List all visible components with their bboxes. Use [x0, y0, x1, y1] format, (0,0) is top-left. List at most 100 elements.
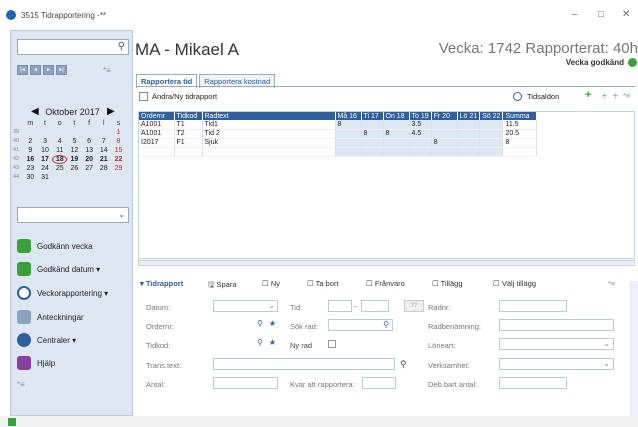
calendar-day[interactable]: 25: [52, 164, 67, 173]
calendar-day[interactable]: 1: [111, 128, 126, 137]
grid-cell[interactable]: [479, 138, 504, 148]
calendar-day[interactable]: 7: [96, 137, 111, 146]
search-icon[interactable]: ⚲: [257, 319, 263, 328]
week-number[interactable]: 43: [13, 164, 23, 173]
column-header[interactable]: Må 16: [335, 112, 362, 120]
approved-date-button[interactable]: Godkänd datum ▾: [17, 260, 100, 278]
search-icon[interactable]: ⚲: [383, 320, 389, 329]
antal-field[interactable]: [213, 377, 278, 389]
grid-cell[interactable]: [174, 147, 203, 157]
column-header[interactable]: Summa: [502, 112, 538, 120]
calendar-day[interactable]: 20: [82, 155, 97, 164]
grid-cell[interactable]: 8: [335, 120, 362, 130]
calendar-day[interactable]: 30: [23, 173, 38, 182]
week-number[interactable]: 39: [13, 128, 23, 137]
grid-cell[interactable]: [502, 147, 538, 157]
grid-cell[interactable]: 4.5: [409, 129, 432, 139]
choose-addition-button[interactable]: ☐ Välj tillägg: [493, 279, 536, 288]
calendar-day[interactable]: 10: [38, 146, 53, 155]
search-row-field[interactable]: ⚲: [328, 319, 393, 331]
grid-cell[interactable]: [479, 147, 504, 157]
grid-cell[interactable]: [431, 147, 458, 157]
week-number[interactable]: 41: [13, 146, 23, 155]
column-header[interactable]: Fr 20: [431, 112, 458, 120]
new-row-checkbox[interactable]: [328, 340, 336, 348]
calendar-day[interactable]: 6: [82, 137, 97, 146]
vertical-scrollbar[interactable]: [630, 281, 638, 427]
sidebar-dropdown[interactable]: ⌄: [17, 207, 129, 223]
grid-cell[interactable]: [479, 120, 504, 130]
search-input[interactable]: ⚲: [17, 39, 129, 55]
time-from-field[interactable]: [328, 300, 352, 312]
calendar-day[interactable]: 3: [38, 137, 53, 146]
last-button[interactable]: ▸|: [56, 65, 67, 75]
grid-cell[interactable]: 8: [361, 129, 384, 139]
grid-cell[interactable]: [383, 138, 410, 148]
grid-cell[interactable]: [431, 120, 458, 130]
grid-cell[interactable]: [457, 138, 481, 148]
grid-cell[interactable]: [139, 147, 175, 157]
column-header[interactable]: On 18: [383, 112, 410, 120]
sidebar-menu-icon[interactable]: *≡: [103, 66, 111, 75]
calendar-day[interactable]: 2: [23, 137, 38, 146]
calendar-day[interactable]: 16: [23, 155, 38, 164]
help-button[interactable]: Hjälp: [17, 354, 55, 372]
transtext-field[interactable]: [213, 358, 395, 370]
next-month-arrow-icon[interactable]: ▶: [107, 106, 115, 117]
calendar-day[interactable]: 15: [111, 146, 126, 155]
table-row[interactable]: A1001 T2 Tid 2 8 8 4.5 20.5: [139, 129, 538, 139]
calendar-day[interactable]: 28: [96, 164, 111, 173]
grid-cell[interactable]: 8: [431, 138, 458, 148]
grid-cell[interactable]: 3.5: [409, 120, 432, 130]
column-header[interactable]: Ti 17: [361, 112, 384, 120]
grid-cell[interactable]: [479, 129, 504, 139]
grid-cell[interactable]: 11.5: [502, 120, 538, 130]
grid-cell[interactable]: [361, 147, 384, 157]
column-header[interactable]: Tidkod: [174, 112, 203, 120]
column-header[interactable]: Radtext: [202, 112, 336, 120]
grid-cell[interactable]: [457, 147, 481, 157]
absence-button[interactable]: ☐ Frånvaro: [366, 279, 405, 288]
remaining-field[interactable]: [362, 377, 396, 389]
column-header[interactable]: To 19: [409, 112, 432, 120]
calendar-day[interactable]: 21: [96, 155, 111, 164]
verksamhet-field[interactable]: ⌄: [499, 358, 614, 370]
calendar-day[interactable]: 22: [111, 155, 126, 164]
save-button[interactable]: 🖫 Spara: [208, 279, 237, 292]
grid-cell[interactable]: [457, 129, 481, 139]
calendar-day[interactable]: 18: [52, 155, 68, 164]
ordernr-field[interactable]: ⚲ ★: [213, 319, 278, 331]
form-menu-icon[interactable]: *≡: [608, 279, 615, 288]
calendar-day[interactable]: 13: [82, 146, 97, 155]
grid-cell[interactable]: Tid1: [202, 120, 336, 130]
table-row[interactable]: A1001 T1 Tid1 8 3.5 11.5: [139, 120, 538, 130]
week-number[interactable]: 40: [13, 137, 23, 146]
calendar-day[interactable]: 24: [38, 164, 53, 173]
week-reporting-button[interactable]: Veckorapportering ▾: [17, 284, 108, 302]
grid-cell[interactable]: [409, 138, 432, 148]
grid-cell[interactable]: F1: [174, 138, 203, 148]
column-header[interactable]: Sö 22: [479, 112, 504, 120]
prev-button[interactable]: ◂: [30, 65, 41, 75]
next-button[interactable]: ▸: [43, 65, 54, 75]
calendar-day[interactable]: 11: [52, 146, 67, 155]
week-number[interactable]: 44: [13, 173, 23, 182]
calendar-day[interactable]: 8: [111, 137, 126, 146]
grid-cell[interactable]: [361, 138, 384, 148]
grid-cell[interactable]: T2: [174, 129, 203, 139]
calendar-day[interactable]: 27: [82, 164, 97, 173]
calendar-day[interactable]: 19: [67, 155, 82, 164]
search-icon[interactable]: ⚲: [118, 41, 125, 52]
calendar-day[interactable]: 4: [52, 137, 67, 146]
grid-cell[interactable]: [335, 129, 362, 139]
collapse-button[interactable]: ÷: [613, 91, 618, 101]
calendar-day[interactable]: 5: [67, 137, 82, 146]
date-field[interactable]: ⌄: [213, 300, 278, 312]
grid-cell[interactable]: A1001: [139, 129, 175, 139]
search-icon[interactable]: ⚲: [257, 338, 263, 347]
delete-button[interactable]: ☐ Ta bort: [307, 279, 339, 288]
grid-cell[interactable]: [431, 129, 458, 139]
radbenamning-field[interactable]: [499, 319, 614, 331]
grid-cell[interactable]: [335, 138, 362, 148]
calendar-day[interactable]: 17: [38, 155, 53, 164]
